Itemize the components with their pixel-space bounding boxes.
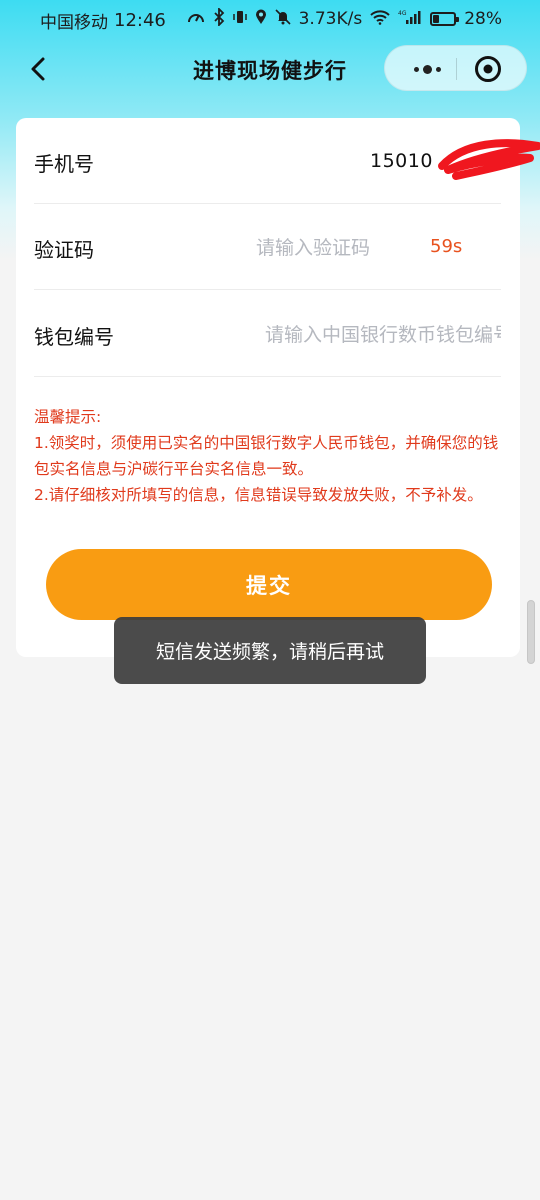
bluetooth-icon: [213, 6, 225, 30]
signal-icon: 4G: [398, 9, 422, 29]
form-card: 手机号 15010 验证码 59s 钱包编号 温馨提示: 1.领奖时，须使用已实…: [16, 118, 540, 657]
status-left: 中国移动 12:46: [40, 8, 166, 33]
wallet-input[interactable]: [265, 317, 501, 353]
toast-message: 短信发送频繁，请稍后再试: [114, 617, 426, 684]
more-dot: [422, 64, 432, 74]
capsule-divider: [456, 58, 457, 80]
notice-line-1: 1.领奖时，须使用已实名的中国银行数字人民币钱包，并确保您的钱包实名信息与沪碳行…: [34, 434, 499, 478]
code-row: 验证码 59s: [34, 204, 501, 290]
notice-block: 温馨提示: 1.领奖时，须使用已实名的中国银行数字人民币钱包，并确保您的钱包实名…: [34, 404, 504, 508]
close-target-icon[interactable]: [473, 54, 503, 84]
code-label: 验证码: [34, 238, 94, 262]
scrollbar-handle[interactable]: [527, 600, 535, 664]
submit-button[interactable]: 提交: [46, 549, 492, 620]
resend-countdown: 59s: [430, 236, 463, 257]
carrier-name: 中国移动: [40, 13, 108, 33]
notice-title: 温馨提示:: [34, 408, 102, 426]
status-bar: 中国移动 12:46 3.73K/s 4G 28%: [0, 0, 540, 38]
location-icon: [255, 9, 267, 29]
network-speed: 3.73K/s: [298, 9, 363, 29]
wallet-row: 钱包编号: [34, 291, 501, 377]
more-icon[interactable]: [397, 46, 457, 92]
more-dot: [435, 66, 441, 72]
battery-icon: [430, 12, 460, 26]
status-right: 3.73K/s 4G 28%: [187, 6, 502, 30]
phone-row: 手机号 15010: [34, 118, 540, 204]
battery-fill: [433, 15, 440, 23]
notice-line-2: 2.请仔细核对所填写的信息，信息错误导致发放失败，不予补发。: [34, 486, 483, 504]
more-dot: [413, 66, 419, 72]
mini-program-capsule: [384, 45, 527, 91]
phone-value: 15010: [370, 150, 433, 172]
speedometer-icon: [187, 9, 205, 29]
wallet-label: 钱包编号: [34, 325, 114, 349]
battery-percent: 28%: [464, 9, 502, 29]
svg-text:4G: 4G: [398, 10, 407, 17]
mute-bell-icon: [275, 9, 291, 29]
wifi-icon: [370, 9, 390, 29]
clock: 12:46: [114, 10, 166, 31]
nav-bar: 进博现场健步行: [0, 40, 540, 98]
code-input[interactable]: [256, 230, 416, 266]
phone-label: 手机号: [34, 152, 94, 176]
redaction-scribble-icon: [434, 132, 540, 182]
vibrate-icon: [232, 9, 247, 29]
